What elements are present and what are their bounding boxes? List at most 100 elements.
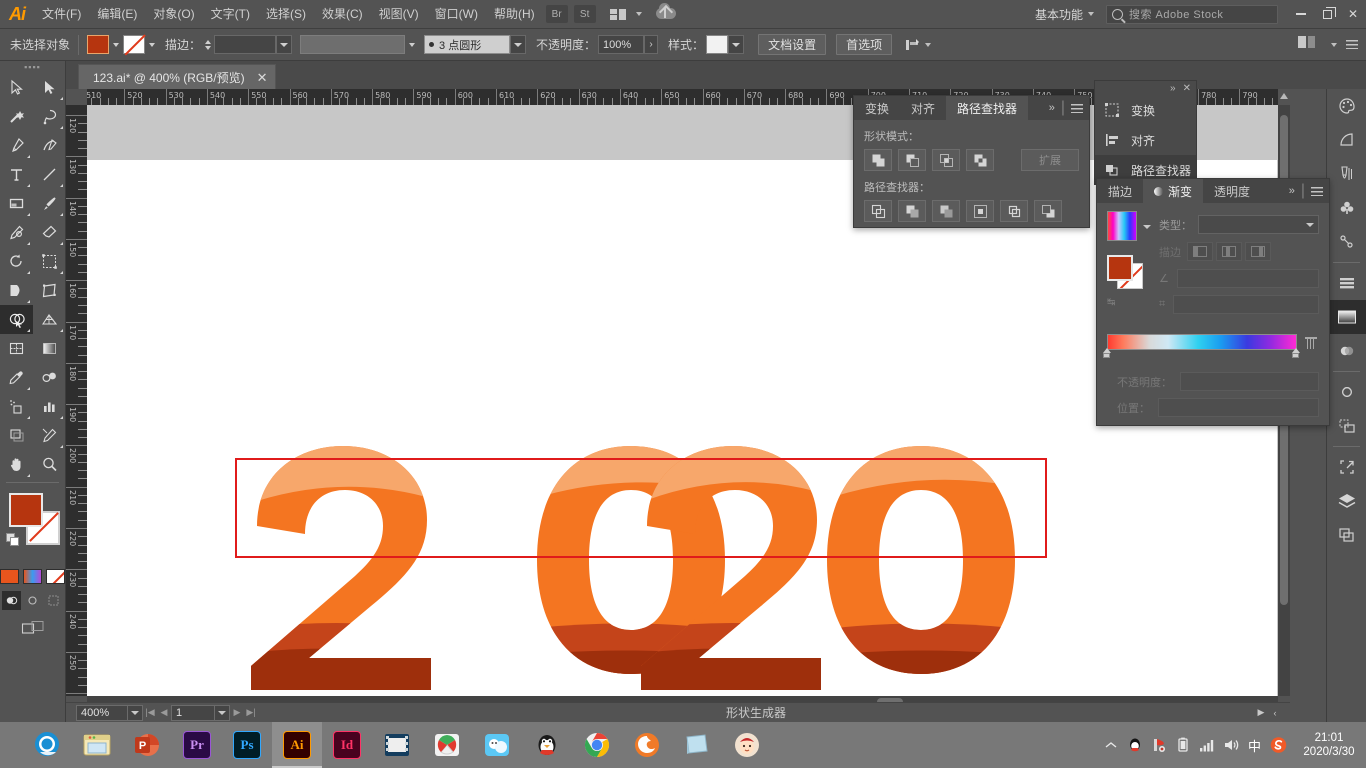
minimize-button[interactable] [1288,0,1314,29]
prev-artboard-button[interactable]: ◀ [157,705,171,721]
gradient-reverse-icon[interactable]: ↹ [1107,297,1153,308]
menu-window[interactable]: 窗口(W) [427,0,486,29]
pf-exclude-button[interactable] [966,149,994,171]
gradient-panel-menu-icon[interactable] [1311,186,1323,196]
arrange-docs-chevron-icon[interactable] [1331,42,1337,47]
last-artboard-button[interactable]: ▶| [244,705,258,721]
stroke-align-icon[interactable] [1327,225,1366,259]
zoom-level-input[interactable]: 400% [76,704,128,721]
taskbar-file-explorer[interactable] [72,722,122,768]
brush-definition-dropdown[interactable] [300,35,406,54]
gradient-collapse-icon[interactable]: » [1289,185,1295,197]
tool-direct-selection[interactable] [33,73,66,102]
tool-type[interactable] [0,160,33,189]
fill-color-box[interactable] [9,493,43,527]
pf-expand-button[interactable]: 扩展 [1021,149,1079,171]
tool-rectangle[interactable] [0,189,33,218]
dock-item-transform[interactable]: 变换 [1095,95,1196,125]
zoom-dropdown-icon[interactable] [128,704,143,721]
pf-intersect-button[interactable] [932,149,960,171]
taskbar-chrome-browser[interactable] [572,722,622,768]
show-hidden-icons[interactable] [1102,737,1119,754]
profile-dropdown[interactable] [510,35,527,54]
tool-eyedropper[interactable] [0,363,33,392]
screen-mode-button[interactable] [0,620,65,637]
document-setup-button[interactable]: 文档设置 [758,34,827,55]
restore-button[interactable] [1314,0,1340,29]
tool-column-graph[interactable] [33,392,66,421]
stroke-weight-input[interactable] [214,35,277,54]
style-dropdown[interactable] [728,35,745,54]
pf-trim-button[interactable] [898,200,926,222]
tool-width[interactable] [0,276,33,305]
opacity-input[interactable]: 100% [598,35,645,54]
next-artboard-button[interactable]: ▶ [230,705,244,721]
taskbar-pinwheel-app[interactable] [422,722,472,768]
tab-align[interactable]: 对齐 [900,96,946,120]
color-mode-color[interactable] [0,569,19,584]
draw-behind-icon[interactable] [23,591,42,610]
taskbar-indesign[interactable]: Id [322,722,372,768]
bridge-icon[interactable]: Br [545,5,568,23]
menu-select[interactable]: 选择(S) [258,0,314,29]
taskbar-clock[interactable]: 21:01 2020/3/30 [1298,731,1360,759]
ime-indicator[interactable]: 中 [1246,737,1263,754]
panel-collapse-icon[interactable]: » [1049,102,1055,114]
taskbar-premiere-pro[interactable]: Pr [172,722,222,768]
tool-pencil[interactable] [0,218,33,247]
tool-selection[interactable] [0,73,33,102]
stroke-chevron-down-icon[interactable] [145,35,159,54]
menu-edit[interactable]: 编辑(E) [89,0,145,29]
tool-slice[interactable] [33,421,66,450]
graphic-style-swatch[interactable] [706,35,729,54]
tool-hand[interactable] [0,450,33,479]
artboards-panel-icon[interactable] [1327,409,1366,443]
toolbar-grip[interactable]: ▪▪▪▪ [0,61,65,73]
dock-collapse-icon[interactable]: » [1170,83,1176,94]
battery-icon[interactable] [1174,737,1191,754]
stroke-gradient-within-icon[interactable] [1187,242,1213,261]
tool-gradient[interactable] [33,334,66,363]
symbols-panel-icon[interactable] [1327,191,1366,225]
tool-perspective-grid[interactable] [33,305,66,334]
tab-gradient[interactable]: 渐变 [1143,179,1204,203]
tab-transform[interactable]: 变换 [854,96,900,120]
dock-close-icon[interactable]: ✕ [1183,83,1191,94]
gradient-stop-end[interactable] [1292,348,1301,358]
tool-symbol-sprayer[interactable] [0,392,33,421]
taskbar-photoshop[interactable]: Ps [222,722,272,768]
pf-crop-button[interactable] [966,200,994,222]
stroke-color-swatch[interactable] [123,35,146,54]
menu-object[interactable]: 对象(O) [145,0,202,29]
status-resize-grip[interactable]: ‹ [1268,705,1282,721]
pf-outline-button[interactable] [1000,200,1028,222]
gradient-location-input[interactable] [1158,398,1319,417]
color-mode-none[interactable] [46,569,65,584]
draw-inside-icon[interactable] [44,591,63,610]
tool-blend[interactable] [33,363,66,392]
taskbar-edge-browser[interactable] [22,722,72,768]
asset-export-icon[interactable] [1327,518,1366,552]
pathfinder-panel-menu-icon[interactable] [1071,103,1083,113]
fill-color-swatch[interactable] [87,35,110,54]
align-flyout[interactable] [904,37,932,53]
tool-shape-builder[interactable] [0,305,33,334]
brushes-panel-icon[interactable] [1327,157,1366,191]
artboard-number-input[interactable]: 1 [171,704,215,721]
workspace-switcher[interactable]: 基本功能 [1029,4,1100,24]
tool-lasso[interactable] [33,102,66,131]
layers-panel-icon[interactable] [1327,484,1366,518]
draw-normal-icon[interactable] [2,591,21,610]
preferences-button[interactable]: 首选项 [836,34,893,55]
gradient-preview-swatch[interactable] [1107,211,1137,241]
menu-file[interactable]: 文件(F) [34,0,89,29]
gradient-opacity-input[interactable] [1180,372,1319,391]
tool-mesh[interactable] [0,334,33,363]
tool-magic-wand[interactable] [0,102,33,131]
arrange-chevron-down-icon[interactable] [635,12,642,16]
security-tray-icon[interactable] [1150,737,1167,754]
network-signal-icon[interactable] [1198,737,1215,754]
gradient-presets-chevron-icon[interactable] [1143,225,1151,229]
dock-item-align[interactable]: 对齐 [1095,125,1196,155]
close-button[interactable]: ✕ [1340,0,1366,29]
